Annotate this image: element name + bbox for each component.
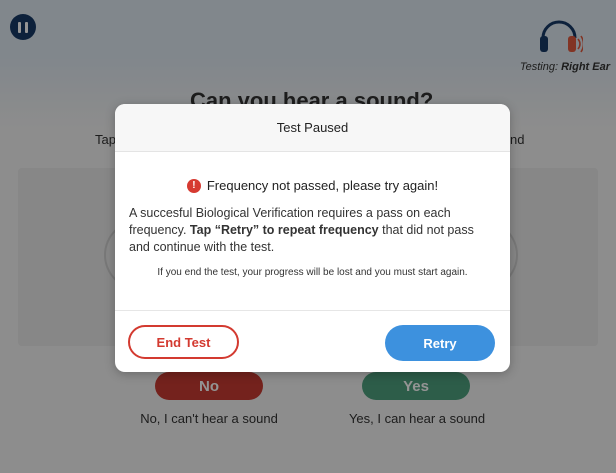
alert-text: Frequency not passed, please try again! [206, 178, 439, 193]
dialog-body: ! Frequency not passed, please try again… [115, 178, 510, 278]
explanation-bold: Tap “Retry” to repeat frequency [189, 223, 379, 237]
explanation-text: A succesful Biological Verification requ… [129, 205, 496, 256]
dialog-footer: End Test Retry [115, 310, 510, 372]
progress-warning: If you end the test, your progress will … [157, 267, 468, 278]
test-paused-dialog: Test Paused ! Frequency not passed, plea… [115, 104, 510, 372]
exclamation-icon: ! [186, 178, 201, 193]
dialog-title: Test Paused [115, 104, 510, 152]
end-test-button[interactable]: End Test [128, 325, 239, 359]
alert-message: ! Frequency not passed, please try again… [129, 178, 496, 193]
retry-button[interactable]: Retry [385, 325, 495, 361]
